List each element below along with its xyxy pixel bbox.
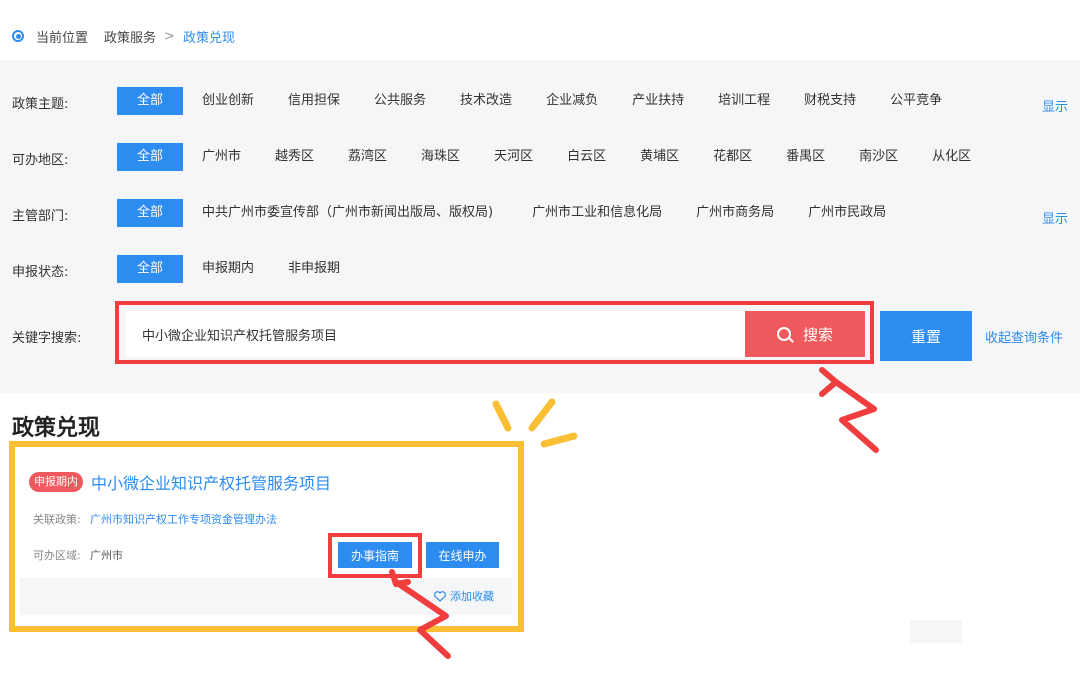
breadcrumb-current: 政策兑现	[182, 30, 235, 46]
sparkle-marks	[492, 398, 578, 448]
status-badge: 申报期内	[29, 472, 83, 492]
region-option[interactable]: 白云区	[550, 143, 623, 171]
apply-online-button[interactable]: 在线申办	[426, 542, 499, 568]
region-option[interactable]: 越秀区	[258, 143, 331, 171]
region-option[interactable]: 从化区	[915, 143, 988, 171]
keyword-search-input[interactable]	[126, 311, 745, 357]
status-option-all[interactable]: 全部	[117, 255, 183, 283]
region-filter-label: 可办地区:	[12, 153, 69, 168]
reset-button[interactable]: 重置	[880, 311, 972, 361]
theme-option[interactable]: 创业创新	[185, 87, 271, 115]
results-section-title: 政策兑现	[12, 416, 101, 441]
policy-card-title[interactable]: 中小微企业知识产权托管服务项目	[91, 470, 331, 494]
theme-option[interactable]: 技术改造	[443, 87, 529, 115]
search-button-label: 搜索	[802, 325, 833, 344]
service-guide-button[interactable]: 办事指南	[338, 542, 412, 568]
related-policy-label: 关联政策:	[33, 513, 81, 526]
breadcrumb: 当前位置 政策服务 > 政策兑现	[12, 26, 235, 46]
region-option[interactable]: 花都区	[696, 143, 769, 171]
region-option[interactable]: 海珠区	[404, 143, 477, 171]
region-option-all[interactable]: 全部	[117, 143, 183, 171]
region-option[interactable]: 南沙区	[842, 143, 915, 171]
department-show-more-link[interactable]: 显示	[1042, 208, 1068, 227]
region-value: 广州市	[90, 549, 123, 562]
breadcrumb-parent-link[interactable]: 政策服务	[104, 27, 156, 46]
theme-option[interactable]: 信用担保	[271, 87, 357, 115]
department-option[interactable]: 广州市工业和信息化局	[515, 199, 679, 227]
department-option[interactable]: 广州市民政局	[791, 199, 903, 227]
region-filter-options: 全部 广州市 越秀区 荔湾区 海珠区 天河区 白云区 黄埔区 花都区 番禺区 南…	[117, 143, 988, 171]
theme-option[interactable]: 公平竞争	[873, 87, 959, 115]
location-icon	[12, 30, 24, 42]
status-filter-label: 申报状态:	[12, 265, 69, 280]
theme-option[interactable]: 企业减负	[529, 87, 615, 115]
department-option-all[interactable]: 全部	[117, 199, 183, 227]
search-icon	[776, 327, 791, 341]
theme-filter-label: 政策主题:	[12, 97, 69, 112]
department-filter-options: 全部 中共广州市委宣传部（广州市新闻出版局、版权局) 广州市工业和信息化局 广州…	[117, 199, 903, 227]
region-option[interactable]: 广州市	[185, 143, 258, 171]
theme-option[interactable]: 产业扶持	[615, 87, 701, 115]
theme-option[interactable]: 培训工程	[701, 87, 787, 115]
theme-option[interactable]: 公共服务	[357, 87, 443, 115]
keyword-search-label: 关键字搜索:	[12, 331, 82, 346]
breadcrumb-prefix: 当前位置	[36, 30, 89, 46]
theme-show-more-link[interactable]: 显示	[1042, 96, 1068, 115]
department-option[interactable]: 广州市商务局	[679, 199, 791, 227]
region-option[interactable]: 黄埔区	[623, 143, 696, 171]
add-favorite-link[interactable]: 添加收藏	[434, 588, 494, 604]
region-option[interactable]: 荔湾区	[331, 143, 404, 171]
add-favorite-label: 添加收藏	[450, 590, 494, 603]
placeholder-block	[910, 620, 962, 643]
theme-filter-options: 全部 创业创新 信用担保 公共服务 技术改造 企业减负 产业扶持 培训工程 财税…	[117, 87, 959, 115]
region-option[interactable]: 天河区	[477, 143, 550, 171]
theme-option[interactable]: 财税支持	[787, 87, 873, 115]
status-option[interactable]: 非申报期	[271, 255, 357, 283]
status-option[interactable]: 申报期内	[185, 255, 271, 283]
search-button[interactable]: 搜索	[745, 311, 865, 357]
theme-option-all[interactable]: 全部	[117, 87, 183, 115]
status-filter-options: 全部 申报期内 非申报期	[117, 255, 357, 283]
collapse-filters-link[interactable]: 收起查询条件	[985, 327, 1063, 346]
region-label: 可办区域:	[33, 549, 81, 562]
related-policy-link[interactable]: 广州市知识产权工作专项资金管理办法	[90, 511, 277, 527]
breadcrumb-separator: >	[164, 28, 175, 44]
department-option[interactable]: 中共广州市委宣传部（广州市新闻出版局、版权局)	[185, 199, 515, 227]
heart-icon	[434, 590, 446, 602]
department-filter-label: 主管部门:	[12, 209, 69, 224]
region-option[interactable]: 番禺区	[769, 143, 842, 171]
